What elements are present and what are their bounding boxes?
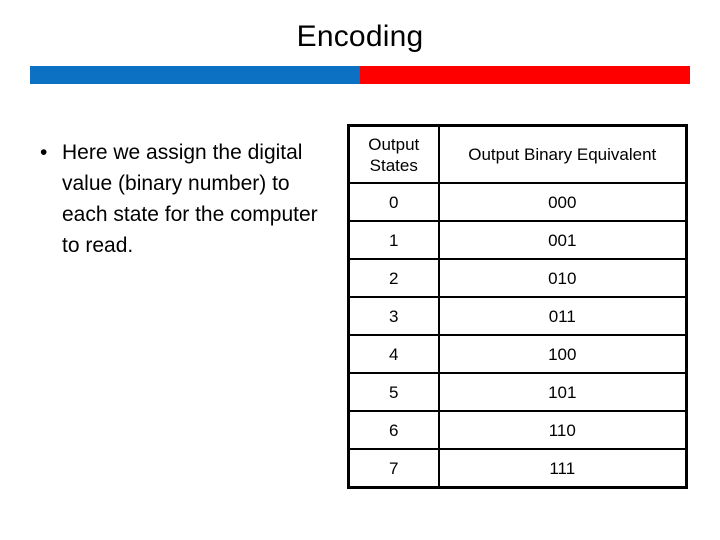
- encoding-table: Output States Output Binary Equivalent 0…: [347, 124, 688, 489]
- cell-output-state: 0: [347, 182, 440, 222]
- encoding-table-container: Output States Output Binary Equivalent 0…: [347, 124, 688, 489]
- cell-output-state: 6: [347, 410, 440, 450]
- column-header-output-states: Output States: [347, 124, 440, 184]
- body-bullet-list: • Here we assign the digital value (bina…: [32, 137, 332, 261]
- accent-divider-bar: [30, 66, 690, 84]
- cell-binary-equivalent: 000: [437, 182, 688, 222]
- cell-binary-equivalent: 110: [437, 410, 688, 450]
- accent-bar-blue-segment: [30, 66, 360, 84]
- cell-binary-equivalent: 011: [437, 296, 688, 336]
- table-row: 3 011: [347, 296, 688, 336]
- accent-bar-red-segment: [360, 66, 690, 84]
- table-row: 7 111: [347, 448, 688, 489]
- slide-canvas: Encoding • Here we assign the digital va…: [0, 0, 720, 540]
- table-row: 0 000: [347, 182, 688, 222]
- cell-output-state: 5: [347, 372, 440, 412]
- bullet-point-icon: •: [40, 141, 48, 164]
- cell-output-state: 2: [347, 258, 440, 298]
- list-item: • Here we assign the digital value (bina…: [32, 137, 332, 261]
- table-row: 1 001: [347, 220, 688, 260]
- table-row: 6 110: [347, 410, 688, 450]
- cell-output-state: 7: [347, 448, 440, 489]
- page-title: Encoding: [296, 20, 424, 53]
- cell-binary-equivalent: 010: [437, 258, 688, 298]
- cell-binary-equivalent: 001: [437, 220, 688, 260]
- table-header-row: Output States Output Binary Equivalent: [347, 124, 688, 184]
- table-row: 5 101: [347, 372, 688, 412]
- table-row: 4 100: [347, 334, 688, 374]
- list-item-text: Here we assign the digital value (binary…: [62, 141, 318, 257]
- cell-binary-equivalent: 101: [437, 372, 688, 412]
- table-row: 2 010: [347, 258, 688, 298]
- column-header-output-binary-equivalent: Output Binary Equivalent: [437, 124, 688, 184]
- cell-output-state: 3: [347, 296, 440, 336]
- cell-output-state: 1: [347, 220, 440, 260]
- cell-binary-equivalent: 100: [437, 334, 688, 374]
- cell-binary-equivalent: 111: [437, 448, 688, 489]
- cell-output-state: 4: [347, 334, 440, 374]
